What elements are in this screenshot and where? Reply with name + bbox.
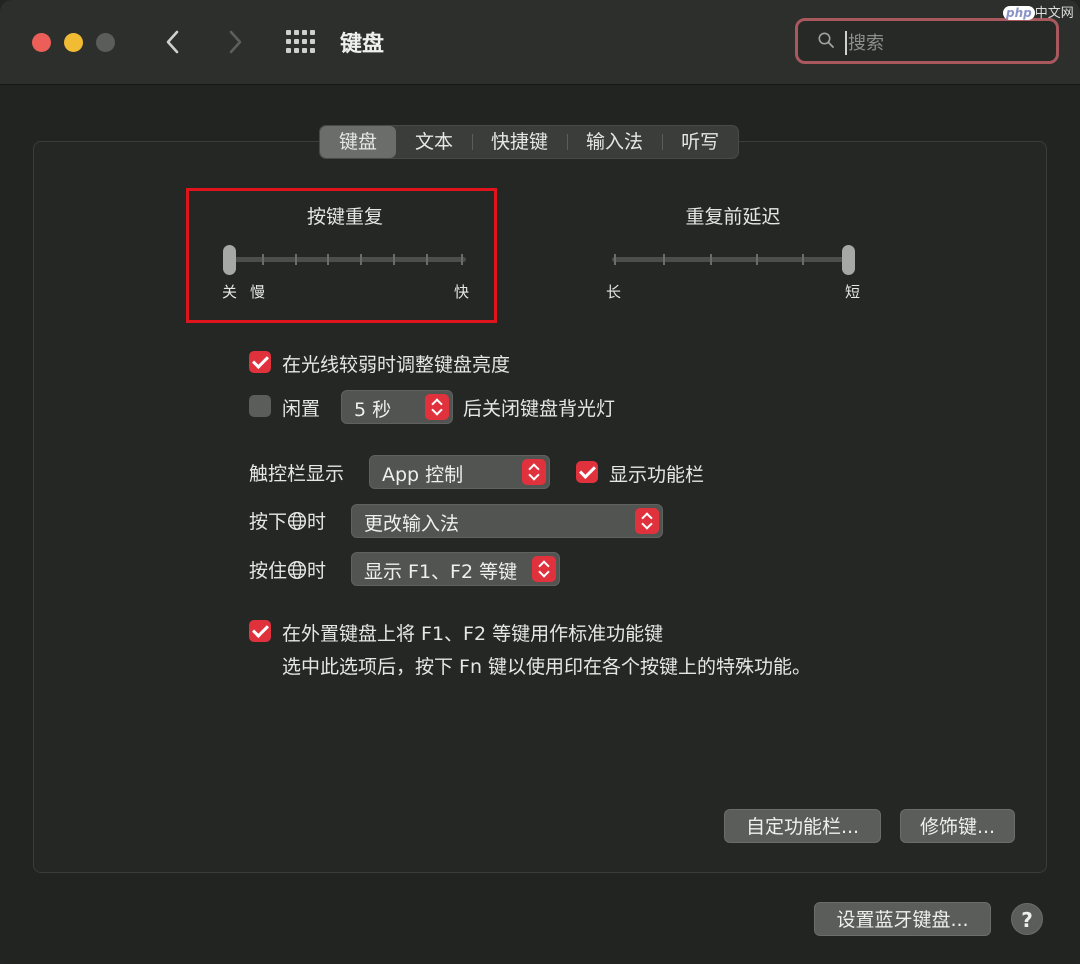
show-fn-strip-checkbox[interactable] bbox=[576, 461, 598, 483]
globe-hold-suffix: 时 bbox=[307, 560, 327, 582]
key-repeat-slow-label: 慢 bbox=[250, 283, 266, 301]
back-button[interactable] bbox=[158, 24, 188, 60]
touch-bar-value: App 控制 bbox=[382, 464, 464, 486]
delay-track bbox=[612, 257, 852, 262]
zoom-window-button[interactable] bbox=[96, 33, 115, 52]
slider-tick bbox=[360, 254, 362, 265]
delay-long-label: 长 bbox=[606, 283, 622, 301]
globe-press-label: 按下时 bbox=[249, 507, 326, 534]
chevron-left-icon bbox=[166, 30, 179, 54]
slider-tick bbox=[426, 254, 428, 265]
globe-press-value: 更改输入法 bbox=[364, 513, 460, 535]
backlight-idle-popup[interactable]: 5 秒 bbox=[341, 390, 453, 424]
slider-tick bbox=[327, 254, 329, 265]
fn-keys-checkbox[interactable] bbox=[249, 620, 271, 642]
globe-press-suffix: 时 bbox=[307, 511, 327, 533]
minimize-window-button[interactable] bbox=[64, 33, 83, 52]
customize-touch-bar-button[interactable]: 自定功能栏... bbox=[724, 809, 881, 843]
delay-knob[interactable] bbox=[842, 245, 855, 275]
key-repeat-knob[interactable] bbox=[223, 245, 236, 275]
slider-tick bbox=[663, 254, 665, 265]
globe-hold-popup[interactable]: 显示 F1、F2 等键 bbox=[351, 552, 560, 586]
watermark-text: 中文网 bbox=[1034, 6, 1074, 21]
watermark: php 中文网 bbox=[1003, 2, 1074, 21]
touch-bar-popup[interactable]: App 控制 bbox=[369, 455, 550, 489]
forward-button[interactable] bbox=[220, 24, 250, 60]
key-repeat-title: 按键重复 bbox=[306, 206, 383, 228]
system-preferences-window: 键盘 php中文网 键盘 文本 快捷键 输入法 听写 按键重复 关 慢 快 重复… bbox=[0, 0, 1080, 964]
setup-bluetooth-keyboard-button[interactable]: 设置蓝牙键盘... bbox=[814, 902, 991, 936]
backlight-off-suffix: 后关闭键盘背光灯 bbox=[463, 398, 616, 420]
key-repeat-fast-label: 快 bbox=[454, 283, 470, 301]
tab-shortcuts[interactable]: 快捷键 bbox=[472, 126, 567, 158]
backlight-off-checkbox[interactable] bbox=[249, 395, 271, 417]
tab-dictation[interactable]: 听写 bbox=[662, 126, 738, 158]
globe-icon bbox=[287, 560, 307, 580]
adjust-brightness-checkbox[interactable] bbox=[249, 351, 271, 373]
delay-short-label: 短 bbox=[845, 283, 861, 301]
window-title: 键盘 bbox=[340, 32, 385, 57]
globe-hold-label: 按住时 bbox=[249, 556, 326, 583]
globe-press-prefix: 按下 bbox=[249, 511, 288, 533]
slider-tick bbox=[393, 254, 395, 265]
popup-chevrons-icon bbox=[532, 556, 556, 582]
modifier-keys-button[interactable]: 修饰键... bbox=[900, 809, 1015, 843]
popup-chevrons-icon bbox=[522, 459, 546, 485]
globe-icon bbox=[287, 511, 307, 531]
search-icon bbox=[818, 32, 834, 48]
globe-hold-value: 显示 F1、F2 等键 bbox=[364, 561, 518, 583]
slider-tick bbox=[756, 254, 758, 265]
tab-text[interactable]: 文本 bbox=[396, 126, 472, 158]
key-repeat-off-label: 关 bbox=[222, 283, 238, 301]
search-field[interactable] bbox=[795, 18, 1059, 64]
popup-chevrons-icon bbox=[635, 508, 659, 534]
slider-tick bbox=[614, 254, 616, 265]
touch-bar-label: 触控栏显示 bbox=[249, 463, 345, 485]
slider-tick bbox=[262, 254, 264, 265]
search-input[interactable] bbox=[846, 28, 1040, 58]
backlight-idle-value: 5 秒 bbox=[354, 399, 392, 421]
chevron-right-icon bbox=[229, 30, 242, 54]
slider-tick bbox=[295, 254, 297, 265]
watermark-logo: php bbox=[1003, 6, 1035, 20]
show-fn-strip-label: 显示功能栏 bbox=[609, 464, 705, 486]
popup-chevrons-icon bbox=[425, 394, 449, 420]
slider-tick bbox=[802, 254, 804, 265]
globe-press-popup[interactable]: 更改输入法 bbox=[351, 504, 663, 538]
tab-keyboard[interactable]: 键盘 bbox=[320, 126, 397, 158]
title-bar: 键盘 php中文网 bbox=[0, 0, 1080, 85]
slider-tick bbox=[461, 254, 463, 265]
backlight-off-prefix: 闲置 bbox=[282, 398, 321, 420]
show-all-grid-icon[interactable] bbox=[286, 30, 316, 54]
delay-until-repeat-title: 重复前延迟 bbox=[685, 206, 781, 228]
tab-input-sources[interactable]: 输入法 bbox=[567, 126, 662, 158]
fn-keys-description: 选中此选项后，按下 Fn 键以使用印在各个按键上的特殊功能。 bbox=[282, 656, 812, 678]
adjust-brightness-label: 在光线较弱时调整键盘亮度 bbox=[282, 354, 511, 376]
tab-bar: 键盘 文本 快捷键 输入法 听写 bbox=[319, 125, 740, 159]
globe-hold-prefix: 按住 bbox=[249, 560, 288, 582]
slider-tick bbox=[710, 254, 712, 265]
close-window-button[interactable] bbox=[32, 33, 51, 52]
help-button[interactable]: ? bbox=[1011, 903, 1043, 935]
fn-keys-label: 在外置键盘上将 F1、F2 等键用作标准功能键 bbox=[282, 623, 664, 645]
